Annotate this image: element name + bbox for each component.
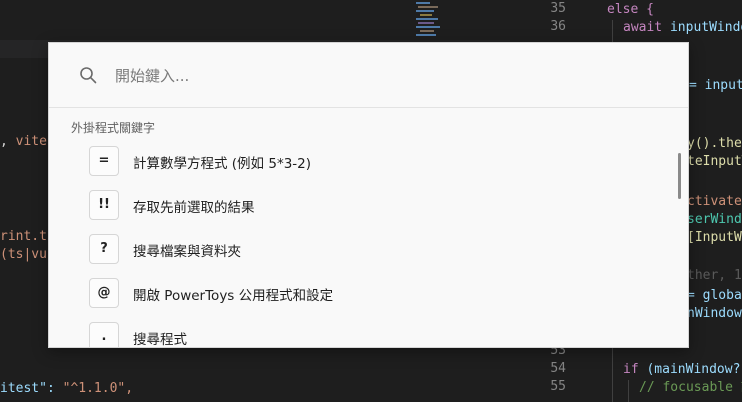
plugin-keyword-item-history[interactable]: !! 存取先前選取的結果	[87, 188, 647, 222]
code-text: (mainWindow?.	[638, 362, 742, 377]
code-line-55: // focusable 設	[639, 380, 742, 395]
code-fragment-vitest: itest": "^1.1.0",	[0, 380, 133, 398]
indent-guide	[628, 380, 629, 402]
code-line-36: await inputWindo	[623, 19, 742, 37]
item-label: 存取先前選取的結果	[133, 200, 255, 216]
code-fragment: = input	[689, 78, 742, 93]
item-label: 開啟 PowerToys 公用程式和設定	[133, 288, 334, 304]
code-fragment: teInputW	[687, 154, 742, 169]
code-fragment: ctivate',	[687, 194, 742, 209]
plugin-keyword-item-calculator[interactable]: = 計算數學方程式 (例如 5*3-2)	[87, 144, 647, 178]
plugin-keyword-item-program[interactable]: . 搜尋程式	[87, 320, 647, 348]
keyword-badge: @	[89, 278, 119, 308]
await-keyword: await	[623, 20, 663, 35]
vitest-value: "^1.1.0",	[62, 381, 134, 396]
keyword-badge: .	[89, 322, 119, 347]
code-fragment: ther, 17	[687, 268, 742, 283]
if-keyword: if	[623, 362, 639, 377]
scrollbar-thumb[interactable]	[678, 153, 681, 199]
keyword-badge: =	[89, 146, 119, 176]
code-fragment: y().then	[687, 136, 742, 151]
line-number: 36	[550, 19, 566, 34]
code-fragment: serWindo	[687, 212, 742, 227]
search-icon	[79, 66, 97, 84]
code-fragment: [InputWin	[687, 230, 742, 245]
plugin-keyword-item-file-search[interactable]: ? 搜尋檔案與資料夾	[87, 232, 647, 266]
code-fragment-ts-vue: (ts|vu	[0, 247, 47, 262]
line-number: 54	[550, 361, 566, 376]
search-row	[49, 43, 688, 108]
item-label: 計算數學方程式 (例如 5*3-2)	[133, 156, 312, 172]
code-fragment: nWindow)	[687, 306, 742, 321]
line-number: 35	[550, 1, 566, 16]
code-line-54: if (mainWindow?.	[623, 361, 742, 379]
minimap[interactable]	[414, 0, 444, 40]
code-line-35: else {	[607, 2, 654, 17]
section-label: 外掛程式關鍵字	[71, 121, 156, 135]
item-label: 搜尋檔案與資料夾	[133, 244, 241, 260]
code-fragment-vite: , vite	[0, 134, 47, 149]
search-input[interactable]	[113, 63, 657, 89]
item-label: 搜尋程式	[133, 332, 187, 348]
command-palette: 外掛程式關鍵字 = 計算數學方程式 (例如 5*3-2) !! 存取先前選取的結…	[48, 42, 689, 348]
vitest-key: itest":	[0, 381, 55, 396]
code-fragment: = global	[687, 288, 742, 303]
line-number: 55	[550, 379, 566, 394]
code-text: inputWindo	[662, 20, 742, 35]
keyword-badge: ?	[89, 234, 119, 264]
keyword-badge: !!	[89, 190, 119, 220]
code-fragment-print: rint.t	[0, 229, 47, 244]
plugin-keyword-item-powertoys[interactable]: @ 開啟 PowerToys 公用程式和設定	[87, 276, 647, 310]
